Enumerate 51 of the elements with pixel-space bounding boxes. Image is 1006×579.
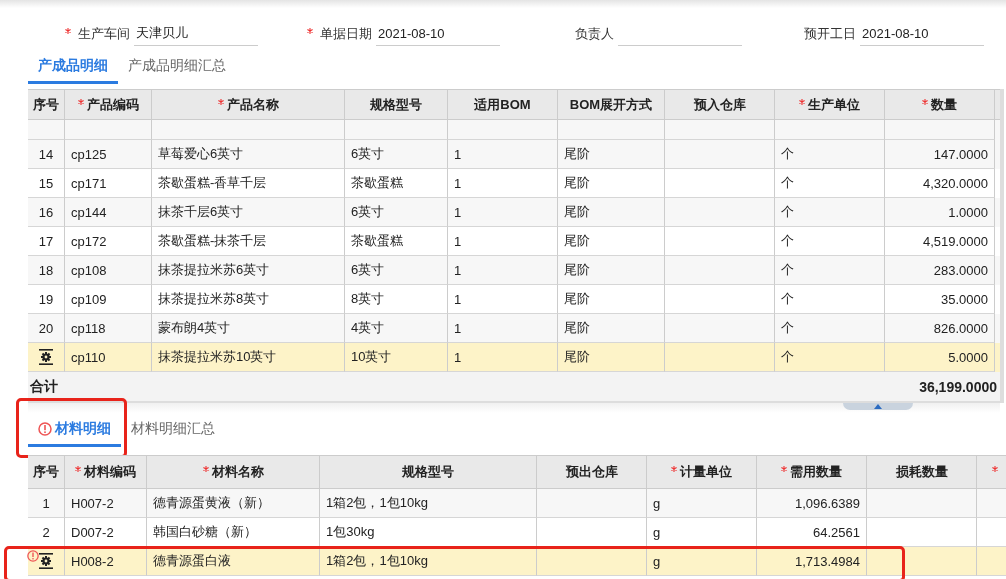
column-header: 损耗数量 xyxy=(895,463,948,481)
tab[interactable]: 产成品明细 xyxy=(28,50,118,84)
field-label: 生产车间 xyxy=(78,24,130,43)
field-label: 负责人 xyxy=(575,24,614,43)
total-value: 36,199.0000 xyxy=(919,378,998,395)
column-header: 数量 xyxy=(931,95,957,114)
column-header: 适用BOM xyxy=(474,95,531,114)
row-settings-icon[interactable] xyxy=(38,552,54,570)
tab[interactable]: 材料明细汇总 xyxy=(121,413,225,447)
field-label: 预开工日 xyxy=(804,24,856,43)
tab[interactable]: 材料明细 xyxy=(28,413,121,447)
column-header: 材料名称 xyxy=(211,463,264,481)
field-label: 单据日期 xyxy=(320,24,372,43)
table-cell: 1箱2包，1包10kg xyxy=(320,547,537,576)
column-header: 序号 xyxy=(33,463,59,481)
table-cell: H008-2 xyxy=(65,547,147,576)
table-row[interactable]: cp110 抹茶提拉米苏10英寸 10英寸 1 尾阶 个 5.0000 xyxy=(28,343,1000,372)
table-row[interactable]: 1 H007-2 德青源蛋黄液（新） 1箱2包，1包10kg g 1,096.6389 xyxy=(28,489,1006,518)
table-cell: D007-2 xyxy=(65,518,147,547)
column-header: 产品名称 xyxy=(226,95,279,114)
row-number-cell: 2 xyxy=(28,518,65,547)
table-cell: 1,713.4984 xyxy=(757,547,867,576)
column-header: 计量单位 xyxy=(680,463,732,481)
table-cell: g xyxy=(647,518,757,547)
collapse-handle[interactable] xyxy=(843,403,913,410)
row-settings-icon[interactable] xyxy=(38,348,54,366)
column-header: 预入仓库 xyxy=(693,95,746,114)
table-cell: g xyxy=(647,547,757,576)
table-row[interactable]: H008-2 德青源蛋白液 1箱2包，1包10kg g 1,713.4984 xyxy=(28,547,1006,576)
column-header: 产品编码 xyxy=(86,95,139,114)
column-header: 需用数量 xyxy=(790,463,842,481)
table-row[interactable]: 16 cp144 抹茶千层6英寸 6英寸 1 尾阶 个 1.0000 xyxy=(28,198,1000,227)
column-header: 材料编码 xyxy=(84,463,136,481)
table-row[interactable]: 18 cp108 抹茶提拉米苏6英寸 6英寸 1 尾阶 个 283.0000 xyxy=(28,256,1000,285)
column-header: 规格型号 xyxy=(370,95,422,114)
table-cell: 德青源蛋白液 xyxy=(147,547,320,576)
column-header: 预出仓库 xyxy=(565,463,618,481)
input-field[interactable]: 2021-08-10 xyxy=(860,21,984,46)
input-field[interactable]: 2021-08-10 xyxy=(376,21,500,46)
column-header: 序号 xyxy=(33,95,59,114)
tab[interactable]: 产成品明细汇总 xyxy=(118,50,236,84)
table-row[interactable]: 20 cp118 蒙布朗4英寸 4英寸 1 尾阶 个 826.0000 xyxy=(28,314,1000,343)
table-row[interactable]: 14 cp125 草莓爱心6英寸 6英寸 1 尾阶 个 147.0000 xyxy=(28,140,1000,169)
table-cell: 64.2561 xyxy=(757,518,867,547)
table-cell: 1包30kg xyxy=(320,518,537,547)
column-header: 规格型号 xyxy=(402,463,454,481)
column-header: BOM展开方式 xyxy=(569,95,653,114)
input-field[interactable]: 天津贝儿 xyxy=(134,21,258,46)
column-header: 生产单位 xyxy=(808,95,860,114)
total-label: 合计 xyxy=(29,377,58,396)
table-cell: 韩国白砂糖（新） xyxy=(147,518,320,547)
